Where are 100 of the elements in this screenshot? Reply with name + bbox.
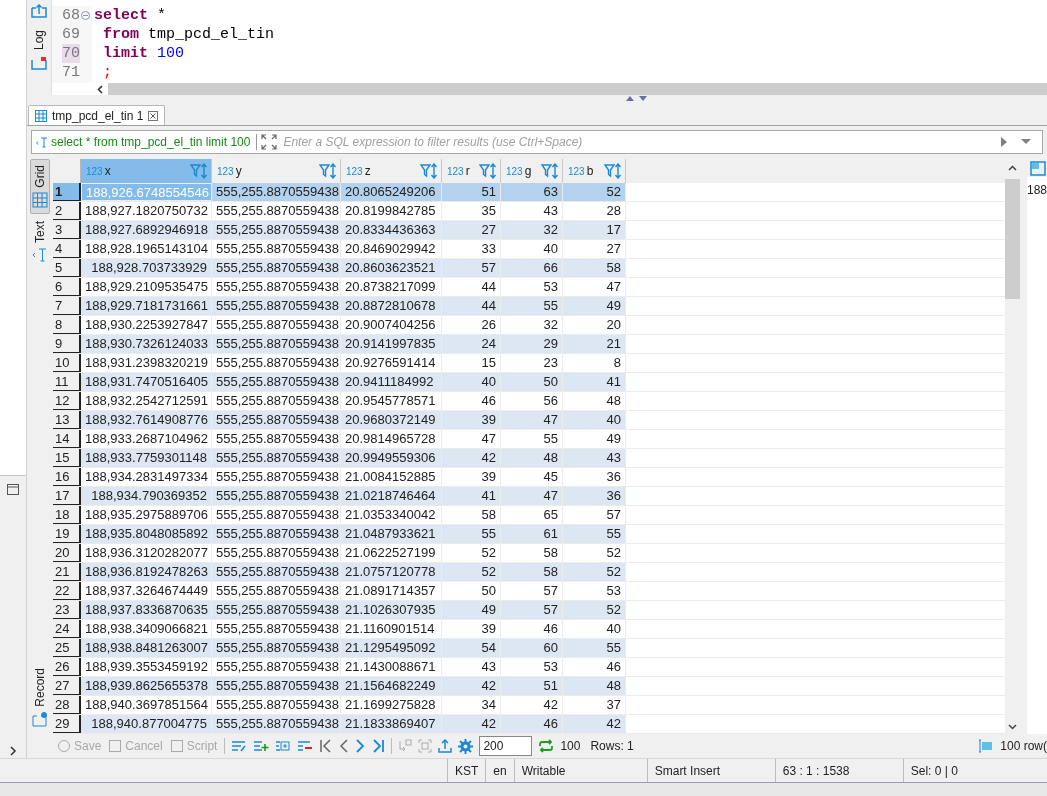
frame-icon[interactable] [418,739,433,753]
status-text: en [493,762,507,780]
log-tab[interactable]: Log [30,30,48,51]
line-number: 68 [62,6,80,25]
row-number[interactable]: 3 [53,221,81,239]
row-number[interactable]: 15 [53,449,81,467]
dropdown-icon[interactable] [1020,138,1032,146]
row-number[interactable]: 7 [53,297,81,315]
chevron-right-icon[interactable] [9,746,17,756]
first-page-icon[interactable] [319,739,334,753]
view-tab[interactable]: Record [30,663,50,732]
export-icon[interactable] [438,739,453,753]
row-number[interactable]: 17 [53,487,81,505]
settings-icon[interactable] [458,738,474,754]
table-cell: 58 [501,563,563,581]
table-cell: 49 [563,297,626,315]
row-number[interactable]: 19 [53,525,81,543]
table-cell: 44 [442,297,501,315]
status-text: Writable [521,762,566,780]
scrollbar-thumb[interactable] [1005,179,1020,299]
next-page-icon[interactable] [355,739,366,753]
row-number[interactable]: 6 [53,278,81,296]
refresh-icon[interactable] [538,739,555,753]
table-cell: 41 [563,373,626,391]
row-number[interactable]: 24 [53,620,81,638]
filter-sort-icon[interactable] [604,163,622,179]
row-number[interactable]: 14 [53,430,81,448]
expand-icon[interactable] [261,134,278,150]
scroll-up-icon[interactable] [1008,165,1017,171]
filter-sort-icon[interactable] [479,163,497,179]
table-cell: 188,935.8048085892 [81,525,212,543]
row-number[interactable]: 4 [53,240,81,258]
row-number[interactable]: 10 [53,354,81,372]
table-cell: 188,940.877004775 [81,715,212,733]
query-text[interactable]: select * from tmp_pcd_el_tin limit 100 [32,134,258,150]
fold-icon[interactable] [81,11,90,20]
row-number[interactable]: 22 [53,582,81,600]
row-number[interactable]: 20 [53,544,81,562]
fetch-size-field[interactable]: 200 [479,736,533,756]
table-cell: 60 [501,639,563,657]
table-cell: 43 [563,449,626,467]
delete-row-icon[interactable] [297,740,314,752]
table-cell: 21.0218746464 [341,487,442,505]
table-cell: 55 [563,639,626,657]
add-row-icon[interactable] [253,740,270,752]
filter-sort-icon[interactable] [319,163,337,179]
table-cell: 48 [563,677,626,695]
splitter-arrows-icon[interactable] [626,95,648,101]
copy-row-icon[interactable] [275,740,292,752]
row-number[interactable]: 28 [53,696,81,714]
row-number[interactable]: 1 [53,183,81,201]
view-tab[interactable]: Grid [30,159,50,214]
filter-sort-icon[interactable] [541,163,559,179]
row-number[interactable]: 23 [53,601,81,619]
filter-bar[interactable]: select * from tmp_pcd_el_tin limit 100 Enter a SQL expression to filter results (use Ctrl+Space) [31,130,1043,154]
run-filter-icon[interactable] [1000,136,1008,148]
table-cell: 51 [501,677,563,695]
grid-icon [32,191,48,208]
row-number[interactable]: 26 [53,658,81,676]
table-cell: 42 [442,677,501,695]
row-number[interactable]: 2 [53,202,81,220]
row-number[interactable]: 13 [53,411,81,429]
table-cell: 188,927.6892946918 [81,221,212,239]
row-number[interactable]: 18 [53,506,81,524]
link-icon[interactable] [398,739,413,753]
panel-toggle-icon[interactable] [978,739,995,753]
table-cell: 188,929.7181731661 [81,297,212,315]
status-text: 63 : 1 : 1538 [782,762,850,780]
results-tab[interactable]: tmp_pcd_el_tin 1 [28,105,166,125]
row-number[interactable]: 16 [53,468,81,486]
status-text: Sel: 0 | 0 [910,762,958,780]
scroll-down-icon[interactable] [1008,724,1017,730]
table-cell: 555,255.8870559438 [212,563,341,581]
output-icon[interactable] [31,56,47,71]
row-number[interactable]: 21 [53,563,81,581]
table-cell: 24 [442,335,501,353]
row-number[interactable]: 8 [53,316,81,334]
filter-sort-icon[interactable] [420,163,438,179]
filter-sort-icon[interactable] [190,163,208,179]
last-page-icon[interactable] [371,739,386,753]
close-icon[interactable] [148,110,159,121]
export-icon[interactable] [31,4,47,18]
row-number[interactable]: 27 [53,677,81,695]
row-number[interactable]: 12 [53,392,81,410]
row-number[interactable]: 9 [53,335,81,353]
row-number[interactable]: 11 [53,373,81,391]
table-cell: 20.8065249206 [341,183,442,201]
row-number[interactable]: 5 [53,259,81,277]
previous-page-icon[interactable] [339,739,350,753]
column-header[interactable]: 123 x [81,159,212,183]
row-number[interactable]: 25 [53,639,81,657]
row-number[interactable]: 29 [53,715,81,733]
filter-field[interactable]: Enter a SQL expression to filter results (use Ctrl+Space) [283,133,1000,151]
scroll-left-icon[interactable] [96,84,104,94]
edit-rows-icon[interactable] [231,740,248,752]
restore-icon[interactable] [7,484,19,495]
line-number: 69 [62,25,80,44]
panel-icon[interactable] [1030,161,1046,177]
view-tab[interactable]: Text [30,215,50,268]
table-cell: 21.1026307935 [341,601,442,619]
